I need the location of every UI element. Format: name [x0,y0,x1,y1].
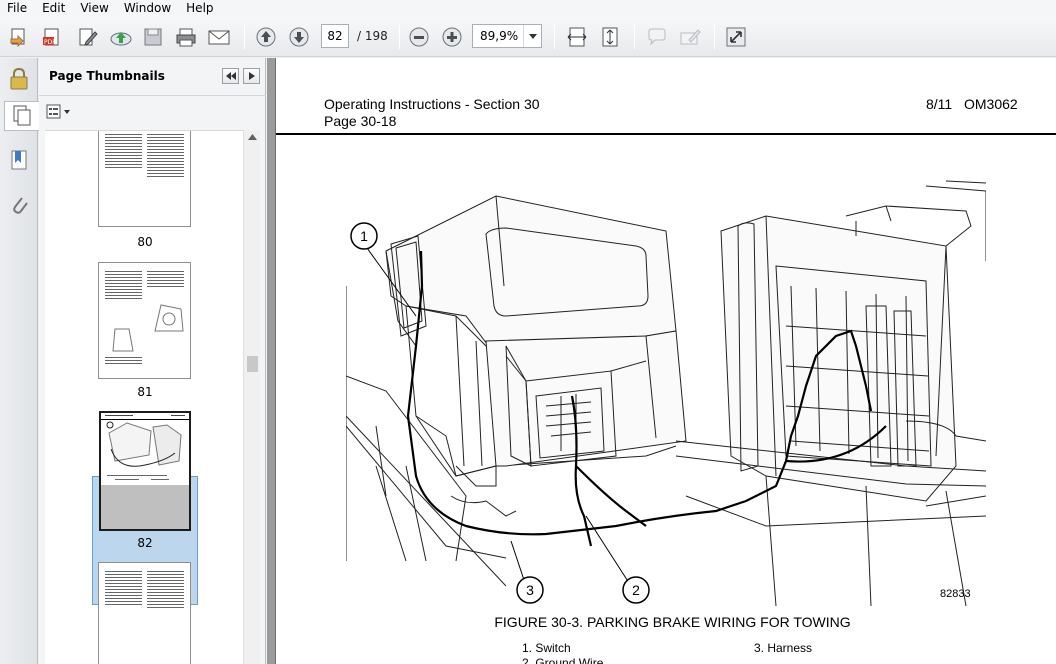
create-pdf-icon[interactable]: PDF [40,26,64,48]
create-icon[interactable] [8,26,32,48]
zoom-select[interactable]: 89,9% [472,24,542,48]
paperclip-icon[interactable] [5,190,33,220]
document-viewport[interactable]: Operating Instructions - Section 30 Page… [267,58,1056,664]
figure-number: 82833 [940,588,971,600]
edit-icon[interactable] [76,26,100,48]
toolbar-separator [714,25,715,49]
options-menu-icon[interactable] [46,103,72,121]
legend-item: 3. Harness [754,641,813,655]
callout-label: 1 [360,228,368,244]
thumbnail-label: 82 [137,536,153,550]
callout-3: 3 [516,576,544,604]
menu-help[interactable]: Help [179,0,221,17]
legend-item: 1. Switch [522,641,571,655]
fit-page-icon[interactable] [598,26,622,48]
thumbnail-page-82[interactable] [99,411,191,531]
thumbnail-label: 80 [137,235,153,249]
header-page: Page 30-18 [324,113,397,129]
menu-file[interactable]: File [0,0,35,17]
zoom-in-icon[interactable] [440,26,464,48]
toolbar-separator [554,25,555,49]
thumbnails-panel: Page Thumbnails 80 81 82 [39,58,266,664]
fit-width-icon[interactable] [565,26,589,48]
prev-page-icon[interactable] [254,26,278,48]
header-title: Operating Instructions - Section 30 [324,96,540,112]
scrollbar-thumb[interactable] [247,356,258,372]
panel-title: Page Thumbnails [49,69,165,83]
callout-label: 3 [526,582,534,598]
navigation-strip [0,58,39,664]
toolbar-separator [399,25,400,49]
toolbar-separator [244,25,245,49]
svg-text:PDF: PDF [44,39,56,46]
print-icon[interactable] [174,26,198,48]
collapse-panel-icon[interactable] [222,68,239,84]
thumbnail-page-83[interactable] [98,562,191,664]
fullscreen-icon[interactable] [724,26,748,48]
menu-view[interactable]: View [73,0,116,17]
figure-parking-brake-wiring: 1 3 2 [346,180,986,606]
toolbar-separator [634,25,635,49]
zoom-value: 89,9% [480,29,519,43]
thumbnail-label: 81 [137,385,153,399]
legend-item: 2. Ground Wire [522,656,604,664]
document-page: Operating Instructions - Section 30 Page… [275,58,1056,664]
thumbnail-scrollbar[interactable] [243,130,260,664]
callout-1: 1 [350,222,378,250]
thumbnails-header: Page Thumbnails [39,58,266,96]
figure-caption: FIGURE 30-3. PARKING BRAKE WIRING FOR TO… [494,614,851,630]
callout-2: 2 [622,576,650,604]
menu-window[interactable]: Window [117,0,179,17]
menu-bar: File Edit View Window Help [0,0,1056,17]
save-icon[interactable] [141,26,165,48]
page-total: / 198 [357,29,388,43]
header-date: 8/11 [926,96,953,112]
thumbnail-list: 80 81 82 [45,130,247,664]
next-page-icon[interactable] [287,26,311,48]
menu-edit[interactable]: Edit [35,0,73,17]
callout-label: 2 [632,582,640,598]
email-icon[interactable] [207,26,231,48]
chevron-down-icon[interactable] [523,25,541,47]
thumbnail-page-80[interactable] [98,131,191,227]
thumbnail-page-81[interactable] [98,262,191,379]
bookmarks-icon[interactable] [5,146,33,176]
header-rule [276,133,1056,135]
page-number-input[interactable]: 82 [321,24,349,48]
expand-panel-icon[interactable] [243,68,260,84]
comment-icon[interactable] [645,26,669,48]
pdf-reader-window: File Edit View Window Help PDF 82 / 198 … [0,0,1056,664]
zoom-out-icon[interactable] [407,26,431,48]
sign-icon[interactable] [678,26,702,48]
lock-icon[interactable] [5,64,33,94]
header-code: OM3062 [964,96,1018,112]
upload-icon[interactable] [109,26,133,48]
pages-icon[interactable] [4,101,39,131]
